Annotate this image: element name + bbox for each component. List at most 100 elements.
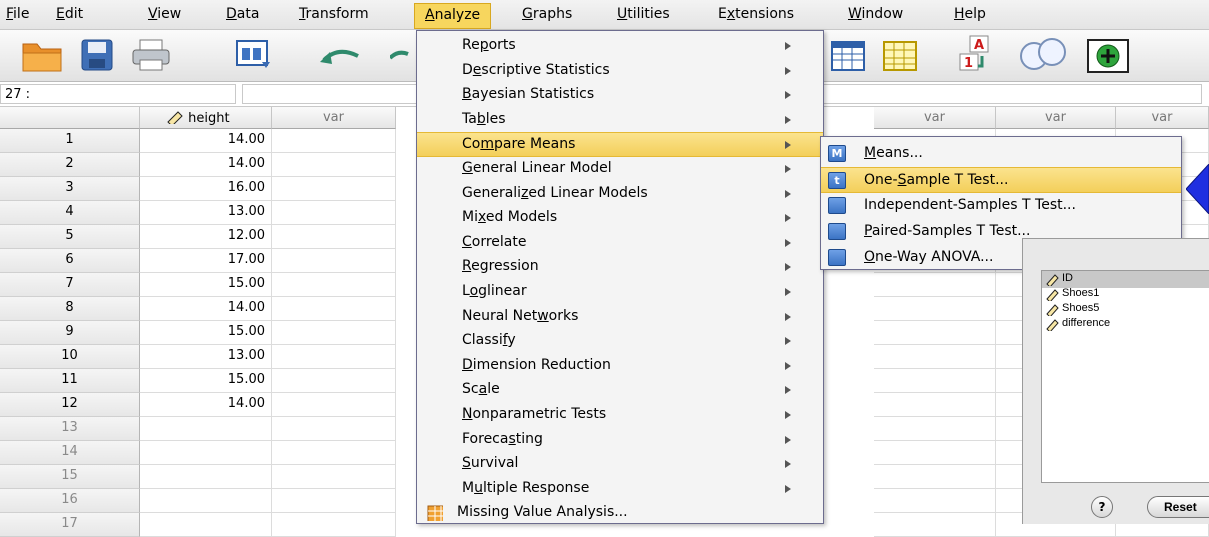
empty-cell[interactable] (874, 369, 996, 393)
empty-cell[interactable] (272, 441, 396, 465)
redo-icon[interactable] (390, 44, 414, 68)
empty-cell[interactable] (874, 513, 996, 537)
open-folder-icon[interactable] (20, 36, 64, 74)
empty-cell[interactable] (272, 129, 396, 153)
analyze-menu-item[interactable]: Dimension Reduction (417, 354, 823, 379)
print-icon[interactable] (130, 38, 172, 72)
height-cell[interactable]: 14.00 (140, 297, 272, 321)
menu-help[interactable]: Help (954, 6, 986, 22)
analyze-menu-item[interactable]: Bayesian Statistics (417, 83, 823, 108)
menu-utilities[interactable]: Utilities (617, 6, 670, 22)
analyze-menu-item[interactable]: Descriptive Statistics (417, 59, 823, 84)
menu-data[interactable]: Data (226, 6, 259, 22)
height-cell[interactable]: 14.00 (140, 153, 272, 177)
row-number[interactable]: 6 (0, 249, 140, 273)
height-cell[interactable] (140, 417, 272, 441)
height-cell[interactable]: 15.00 (140, 273, 272, 297)
row-number[interactable]: 13 (0, 417, 140, 441)
column-header-var[interactable]: var (1116, 107, 1209, 129)
row-number[interactable]: 7 (0, 273, 140, 297)
height-cell[interactable]: 17.00 (140, 249, 272, 273)
height-cell[interactable]: 15.00 (140, 321, 272, 345)
analyze-menu-item[interactable]: Missing Value Analysis... (417, 501, 823, 526)
compare-means-item[interactable]: Independent-Samples T Test... (821, 193, 1181, 219)
empty-cell[interactable] (272, 393, 396, 417)
undo-icon[interactable] (318, 44, 364, 68)
row-number[interactable]: 4 (0, 201, 140, 225)
variable-list-item[interactable]: difference (1042, 316, 1209, 333)
height-cell[interactable] (140, 489, 272, 513)
analyze-menu-item[interactable]: Correlate (417, 231, 823, 256)
empty-cell[interactable] (874, 273, 996, 297)
row-number[interactable]: 17 (0, 513, 140, 537)
analyze-menu-item[interactable]: Mixed Models (417, 206, 823, 231)
height-cell[interactable]: 13.00 (140, 345, 272, 369)
use-variable-sets-icon[interactable] (1016, 38, 1074, 72)
spell-check-icon[interactable] (1086, 38, 1130, 74)
menu-extensions[interactable]: Extensions (718, 6, 794, 22)
help-button[interactable]: ? (1091, 496, 1113, 518)
analyze-menu-item[interactable]: Generalized Linear Models (417, 182, 823, 207)
empty-cell[interactable] (272, 273, 396, 297)
empty-cell[interactable] (874, 465, 996, 489)
dialog-recall-icon[interactable] (234, 38, 274, 72)
empty-cell[interactable] (272, 153, 396, 177)
row-number[interactable]: 11 (0, 369, 140, 393)
row-number[interactable]: 8 (0, 297, 140, 321)
save-icon[interactable] (80, 38, 114, 72)
height-cell[interactable]: 16.00 (140, 177, 272, 201)
analyze-menu-item[interactable]: General Linear Model (417, 157, 823, 182)
height-cell[interactable]: 14.00 (140, 129, 272, 153)
row-number[interactable]: 1 (0, 129, 140, 153)
empty-cell[interactable] (272, 489, 396, 513)
row-number[interactable]: 9 (0, 321, 140, 345)
empty-cell[interactable] (272, 201, 396, 225)
split-file-icon[interactable] (830, 40, 868, 74)
column-header-var[interactable]: var (996, 107, 1116, 129)
analyze-menu-item[interactable]: Neural Networks (417, 305, 823, 330)
height-cell[interactable]: 12.00 (140, 225, 272, 249)
row-number[interactable]: 12 (0, 393, 140, 417)
row-number[interactable]: 16 (0, 489, 140, 513)
analyze-menu-item[interactable]: Reports (417, 34, 823, 59)
row-number[interactable]: 3 (0, 177, 140, 201)
analyze-menu-item[interactable]: Loglinear (417, 280, 823, 305)
menu-view[interactable]: View (148, 6, 181, 22)
analyze-menu-item[interactable]: Scale (417, 378, 823, 403)
corner-header[interactable] (0, 107, 140, 129)
empty-cell[interactable] (272, 369, 396, 393)
height-cell[interactable] (140, 441, 272, 465)
empty-cell[interactable] (272, 321, 396, 345)
empty-cell[interactable] (272, 345, 396, 369)
height-cell[interactable]: 15.00 (140, 369, 272, 393)
row-number[interactable]: 15 (0, 465, 140, 489)
menu-transform[interactable]: Transform (299, 6, 369, 22)
analyze-menu-item[interactable]: Classify (417, 329, 823, 354)
empty-cell[interactable] (272, 465, 396, 489)
height-cell[interactable] (140, 465, 272, 489)
empty-cell[interactable] (874, 321, 996, 345)
column-header-var[interactable]: var (272, 107, 396, 129)
analyze-menu-item[interactable]: Multiple Response (417, 477, 823, 502)
row-number[interactable]: 2 (0, 153, 140, 177)
variable-list[interactable]: ID Shoes1 Shoes5 difference (1041, 270, 1209, 483)
menu-window[interactable]: Window (848, 6, 903, 22)
empty-cell[interactable] (272, 249, 396, 273)
compare-means-item[interactable]: M Means... (821, 141, 1181, 167)
empty-cell[interactable] (874, 345, 996, 369)
empty-cell[interactable] (272, 417, 396, 441)
analyze-menu-item[interactable]: Tables (417, 108, 823, 133)
empty-cell[interactable] (874, 297, 996, 321)
empty-cell[interactable] (272, 297, 396, 321)
column-header-var[interactable]: var (874, 107, 996, 129)
empty-cell[interactable] (272, 513, 396, 537)
height-cell[interactable]: 14.00 (140, 393, 272, 417)
row-number[interactable]: 10 (0, 345, 140, 369)
empty-cell[interactable] (272, 177, 396, 201)
analyze-menu-item[interactable]: Nonparametric Tests (417, 403, 823, 428)
menu-graphs[interactable]: Graphs (522, 6, 572, 22)
empty-cell[interactable] (272, 225, 396, 249)
empty-cell[interactable] (874, 441, 996, 465)
height-cell[interactable]: 13.00 (140, 201, 272, 225)
empty-cell[interactable] (874, 417, 996, 441)
